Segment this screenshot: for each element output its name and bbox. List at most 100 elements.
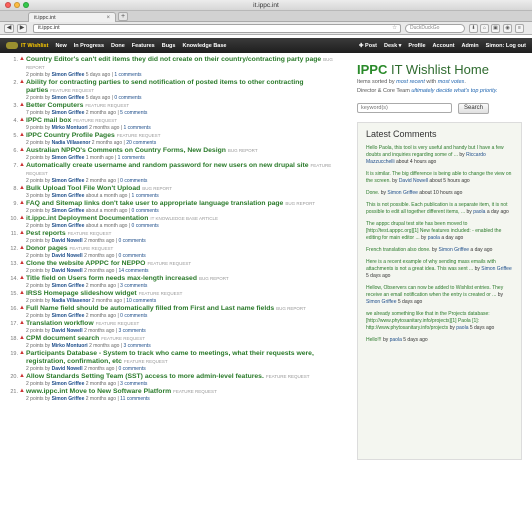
ippc-logo-icon[interactable]	[6, 42, 18, 49]
upvote-icon[interactable]: ▲	[18, 79, 26, 102]
item-title-link[interactable]: IPPC mail box	[26, 117, 71, 124]
upvote-icon[interactable]: ▲	[18, 388, 26, 403]
item-comments-link[interactable]: 0 comments	[132, 208, 159, 214]
nav-done[interactable]: Done	[111, 43, 125, 49]
menu-icon[interactable]: ≡	[515, 24, 524, 33]
item-title-link[interactable]: Bulk Upload Tool File Won't Upload	[26, 185, 140, 192]
item-author[interactable]: Simon Griffee	[52, 95, 85, 101]
new-tab-button[interactable]: +	[118, 12, 128, 21]
item-comments-link[interactable]: 0 comments	[120, 313, 147, 319]
item-comments-link[interactable]: 1 comments	[123, 125, 150, 131]
keyword-input[interactable]	[357, 103, 452, 113]
item-author[interactable]: Simon Griffee	[52, 178, 85, 184]
comment-text[interactable]: Hellow, Observers can now be added to Wi…	[366, 285, 503, 298]
bookmark-star-icon[interactable]: ☆	[392, 25, 397, 32]
upvote-icon[interactable]: ▲	[18, 245, 26, 260]
item-author[interactable]: Simon Griffee	[52, 396, 85, 402]
comment-author[interactable]: Simon Griffee	[481, 266, 511, 272]
item-comments-link[interactable]: 0 comments	[118, 253, 145, 259]
item-author[interactable]: Mirko Montuori	[52, 125, 88, 131]
item-comments-link[interactable]: 14 comments	[118, 268, 148, 274]
item-title-link[interactable]: it.ippc.int Deployment Documentation	[26, 215, 148, 222]
item-author[interactable]: Nadia Villasenor	[52, 298, 91, 304]
item-title-link[interactable]: FAQ and Sitemap links don't take user to…	[26, 200, 283, 207]
item-title-link[interactable]: Clone the website APPPC for NEPPO	[26, 260, 145, 267]
item-author[interactable]: Mirko Montuori	[52, 343, 88, 349]
back-button[interactable]: ◀	[4, 24, 14, 33]
item-title-link[interactable]: CPM document search	[26, 335, 99, 342]
upvote-icon[interactable]: ▲	[18, 147, 26, 162]
item-author[interactable]: Nadia Villasenor	[52, 140, 91, 146]
item-comments-link[interactable]: 3 comments	[123, 343, 150, 349]
item-author[interactable]: David Nowell	[52, 366, 83, 372]
download-icon[interactable]: ⬇	[469, 24, 478, 33]
comment-author[interactable]: Simon Griffee	[387, 190, 417, 196]
item-comments-link[interactable]: 11 comments	[120, 396, 150, 402]
upvote-icon[interactable]: ▲	[18, 335, 26, 350]
item-title-link[interactable]: www.ippc.int Move to New Software Platfo…	[26, 388, 171, 395]
upvote-icon[interactable]: ▲	[18, 290, 26, 305]
comment-text[interactable]: French translation also done.	[366, 247, 432, 253]
nav-admin[interactable]: Admin	[462, 43, 479, 49]
item-title-link[interactable]: Better Computers	[26, 102, 83, 109]
extension-icon[interactable]: ▣	[491, 24, 500, 33]
address-bar[interactable]: it.ippc.int ☆	[33, 24, 401, 33]
home-icon[interactable]: ⌂	[480, 24, 489, 33]
item-title-link[interactable]: Title field on Users form needs max-leng…	[26, 275, 197, 282]
item-comments-link[interactable]: 0 comments	[132, 223, 159, 229]
item-comments-link[interactable]: 0 comments	[120, 178, 147, 184]
item-title-link[interactable]: Full Name field should be automatically …	[26, 305, 274, 312]
item-comments-link[interactable]: 0 comments	[118, 238, 145, 244]
item-comments-link[interactable]: 1 comments	[132, 193, 159, 199]
item-title-link[interactable]: Pest reports	[26, 230, 66, 237]
tab-close-icon[interactable]: ×	[106, 15, 110, 21]
item-author[interactable]: David Nowell	[52, 253, 83, 259]
item-author[interactable]: Simon Griffee	[52, 72, 85, 78]
comment-author[interactable]: paola	[456, 325, 468, 331]
item-comments-link[interactable]: 0 comments	[114, 95, 141, 101]
upvote-icon[interactable]: ▲	[18, 260, 26, 275]
upvote-icon[interactable]: ▲	[18, 56, 26, 79]
upvote-icon[interactable]: ▲	[18, 215, 26, 230]
comment-text[interactable]: Done.	[366, 190, 381, 196]
item-comments-link[interactable]: 3 comments	[118, 328, 145, 334]
item-author[interactable]: Simon Griffee	[52, 381, 85, 387]
item-author[interactable]: Simon Griffee	[52, 110, 85, 116]
item-author[interactable]: Simon Griffee	[52, 208, 85, 214]
nav-post[interactable]: ✚ Post	[359, 43, 377, 49]
item-comments-link[interactable]: 10 comments	[126, 298, 156, 304]
nav-account[interactable]: Account	[433, 43, 455, 49]
nav-in-progress[interactable]: In Progress	[74, 43, 104, 49]
item-title-link[interactable]: Translation workflow	[26, 320, 94, 327]
item-author[interactable]: Simon Griffee	[52, 223, 85, 229]
nav-profile[interactable]: Profile	[408, 43, 425, 49]
nav-logout[interactable]: Simon: Log out	[486, 43, 526, 49]
item-author[interactable]: Simon Griffee	[52, 283, 85, 289]
upvote-icon[interactable]: ▲	[18, 102, 26, 117]
comment-author[interactable]: paola	[473, 209, 485, 215]
comment-author[interactable]: Simon Griffee	[366, 299, 396, 305]
upvote-icon[interactable]: ▲	[18, 162, 26, 185]
item-author[interactable]: Simon Griffee	[52, 193, 85, 199]
comment-author[interactable]: Simon Griffee	[439, 247, 469, 253]
upvote-icon[interactable]: ▲	[18, 185, 26, 200]
search-box[interactable]: DuckDuckGo	[405, 24, 465, 33]
upvote-icon[interactable]: ▲	[18, 132, 26, 147]
item-comments-link[interactable]: 3 comments	[120, 381, 147, 387]
item-author[interactable]: Simon Griffee	[52, 313, 85, 319]
upvote-icon[interactable]: ▲	[18, 350, 26, 373]
search-button[interactable]: Search	[458, 103, 490, 114]
item-comments-link[interactable]: 1 comments	[118, 155, 145, 161]
item-comments-link[interactable]: 0 comments	[118, 366, 145, 372]
forward-button[interactable]: ▶	[17, 24, 27, 33]
nav-desk[interactable]: Desk ▾	[384, 43, 401, 49]
nav-it-wishlist[interactable]: IT Wishlist	[21, 43, 48, 49]
nav-bugs[interactable]: Bugs	[162, 43, 176, 49]
upvote-icon[interactable]: ▲	[18, 275, 26, 290]
item-title-link[interactable]: Automatically create username and random…	[26, 162, 309, 169]
nav-knowledge-base[interactable]: Knowledge Base	[182, 43, 226, 49]
item-title-link[interactable]: IRSS Homepage slideshow widget	[26, 290, 137, 297]
comment-author[interactable]: David Nowell	[399, 178, 428, 184]
upvote-icon[interactable]: ▲	[18, 320, 26, 335]
comment-author[interactable]: paola	[428, 235, 440, 241]
